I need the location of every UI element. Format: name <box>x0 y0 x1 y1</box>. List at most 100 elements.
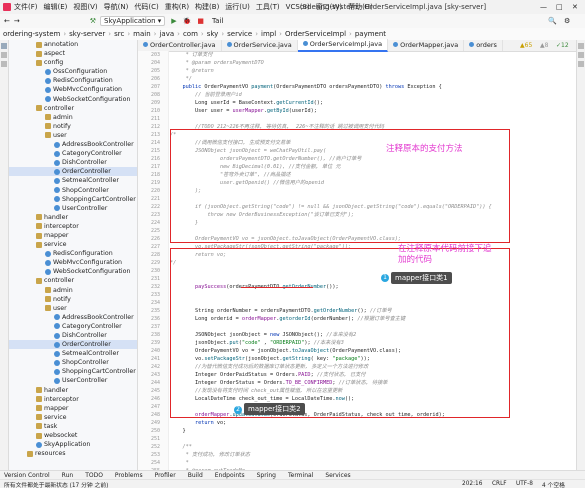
tree-item[interactable]: OrderController <box>9 167 137 177</box>
run-config-select[interactable]: SkyApplication ▾ <box>100 16 166 26</box>
tree-item[interactable]: interceptor <box>9 395 137 404</box>
debug-icon[interactable]: 🐞 <box>183 17 192 25</box>
breadcrumb-item[interactable]: com <box>183 30 198 38</box>
project-tool-icon[interactable] <box>1 43 7 49</box>
tree-item[interactable]: AddressBookController <box>9 313 137 322</box>
tree-item[interactable]: WebMvcConfiguration <box>9 258 137 267</box>
tree-item[interactable]: mapper <box>9 231 137 240</box>
cursor-position[interactable]: 202:16 <box>462 481 482 487</box>
tree-item[interactable]: notify <box>9 122 137 131</box>
tree-item[interactable]: notify <box>9 295 137 304</box>
tree-item[interactable]: ShopController <box>9 358 137 367</box>
close-button[interactable]: ✕ <box>572 3 578 11</box>
forward-icon[interactable]: → <box>14 17 20 25</box>
breadcrumb-item[interactable]: service <box>227 30 252 38</box>
bottom-tool-tab[interactable]: Profiler <box>155 472 176 479</box>
breadcrumb-item[interactable]: src <box>114 30 124 38</box>
run-icon[interactable]: ▶ <box>171 17 176 25</box>
tree-item[interactable]: DishController <box>9 158 137 167</box>
tree-item[interactable]: ShopController <box>9 186 137 195</box>
tree-item[interactable]: ShoppingCartController <box>9 195 137 204</box>
settings-icon[interactable]: ⚙ <box>564 17 570 25</box>
tree-item[interactable]: WebSocketConfiguration <box>9 95 137 104</box>
tree-item[interactable]: SetmealController <box>9 349 137 358</box>
tail-button[interactable]: Tail <box>212 17 223 25</box>
maximize-button[interactable]: □ <box>556 3 563 11</box>
tree-item[interactable]: user <box>9 131 137 140</box>
tree-item[interactable]: AddressBookController <box>9 140 137 149</box>
tree-item[interactable]: mapper <box>9 404 137 413</box>
maven-tool-icon[interactable] <box>578 61 584 67</box>
bottom-tool-tab[interactable]: Run <box>62 472 74 479</box>
database-tool-icon[interactable] <box>578 52 584 58</box>
bottom-tool-tab[interactable]: Services <box>325 472 350 479</box>
tree-item[interactable]: CategoryController <box>9 322 137 331</box>
weak-warnings-indicator[interactable]: ▲8 <box>540 42 548 49</box>
bottom-tool-tab[interactable]: TODO <box>85 472 103 479</box>
menu-item[interactable]: 文件(F) <box>14 2 38 12</box>
tree-item[interactable]: UserController <box>9 376 137 385</box>
tree-item[interactable]: service <box>9 413 137 422</box>
breadcrumb-item[interactable]: OrderServiceImpl <box>285 30 346 38</box>
menu-item[interactable]: 运行(U) <box>225 2 250 12</box>
tree-item[interactable]: CategoryController <box>9 149 137 158</box>
breadcrumb-item[interactable]: sky-server <box>69 30 105 38</box>
bottom-tool-tab[interactable]: Build <box>188 472 203 479</box>
menu-item[interactable]: 代码(C) <box>134 2 158 12</box>
breadcrumb-item[interactable]: main <box>133 30 151 38</box>
file-encoding[interactable]: UTF-8 <box>516 481 533 487</box>
tree-item[interactable]: SkyApplication <box>9 440 137 449</box>
menu-item[interactable]: 编辑(E) <box>44 2 68 12</box>
tree-item[interactable]: ShoppingCartController <box>9 367 137 376</box>
hammer-icon[interactable]: ⚒ <box>90 17 96 25</box>
tree-item[interactable]: controller <box>9 104 137 113</box>
editor-tab[interactable]: OrderService.java <box>222 40 298 51</box>
menu-item[interactable]: 视图(V) <box>73 2 97 12</box>
back-icon[interactable]: ← <box>4 17 10 25</box>
tree-item[interactable]: RedisConfiguration <box>9 76 137 85</box>
warnings-indicator[interactable]: ▲65 <box>520 42 532 49</box>
bottom-tool-tab[interactable]: Endpoints <box>215 472 245 479</box>
tree-item[interactable]: WebSocketConfiguration <box>9 267 137 276</box>
breadcrumb-item[interactable]: payment <box>355 30 386 38</box>
tree-item[interactable]: annotation <box>9 40 137 49</box>
typos-indicator[interactable]: ✓12 <box>556 42 569 49</box>
menu-item[interactable]: 重构(R) <box>165 2 189 12</box>
indent-setting[interactable]: 4 个空格 <box>542 480 565 489</box>
tree-item[interactable]: websocket <box>9 431 137 440</box>
editor-tab[interactable]: orders <box>464 40 503 51</box>
editor-tab[interactable]: OrderMapper.java <box>388 40 465 51</box>
tree-item[interactable]: resources <box>9 449 137 458</box>
tree-item[interactable]: config <box>9 58 137 67</box>
line-separator[interactable]: CRLF <box>492 481 507 487</box>
tree-item[interactable]: handler <box>9 213 137 222</box>
tree-item[interactable]: admin <box>9 113 137 122</box>
tree-item[interactable]: WebMvcConfiguration <box>9 85 137 94</box>
tree-item[interactable]: service <box>9 240 137 249</box>
tree-item[interactable]: handler <box>9 386 137 395</box>
tree-item[interactable]: SetmealController <box>9 176 137 185</box>
menu-item[interactable]: 工具(T) <box>256 2 280 12</box>
search-icon[interactable]: 🔍 <box>548 17 557 25</box>
breadcrumb-item[interactable]: impl <box>261 30 276 38</box>
bottom-tool-tab[interactable]: Version Control <box>4 472 50 479</box>
bottom-tool-tab[interactable]: Terminal <box>288 472 313 479</box>
bookmarks-tool-icon[interactable] <box>1 61 7 67</box>
tree-item[interactable]: UserController <box>9 204 137 213</box>
stop-icon[interactable]: ■ <box>197 17 204 25</box>
tree-item[interactable]: aspect <box>9 49 137 58</box>
bottom-tool-tab[interactable]: Problems <box>115 472 143 479</box>
tree-item[interactable]: controller <box>9 276 137 285</box>
menu-item[interactable]: 导航(N) <box>104 2 129 12</box>
tree-item[interactable]: OssConfiguration <box>9 67 137 76</box>
structure-tool-icon[interactable] <box>1 52 7 58</box>
minimize-button[interactable]: — <box>540 3 547 11</box>
menu-item[interactable]: 构建(B) <box>195 2 219 12</box>
tree-item[interactable]: OrderController <box>9 340 137 350</box>
tree-item[interactable]: RedisConfiguration <box>9 249 137 258</box>
tree-item[interactable]: task <box>9 422 137 431</box>
editor-tab[interactable]: OrderController.java <box>138 40 222 51</box>
breadcrumb-item[interactable]: ordering-system <box>3 30 60 38</box>
bottom-tool-tab[interactable]: Spring <box>257 472 276 479</box>
tree-item[interactable]: user <box>9 304 137 313</box>
